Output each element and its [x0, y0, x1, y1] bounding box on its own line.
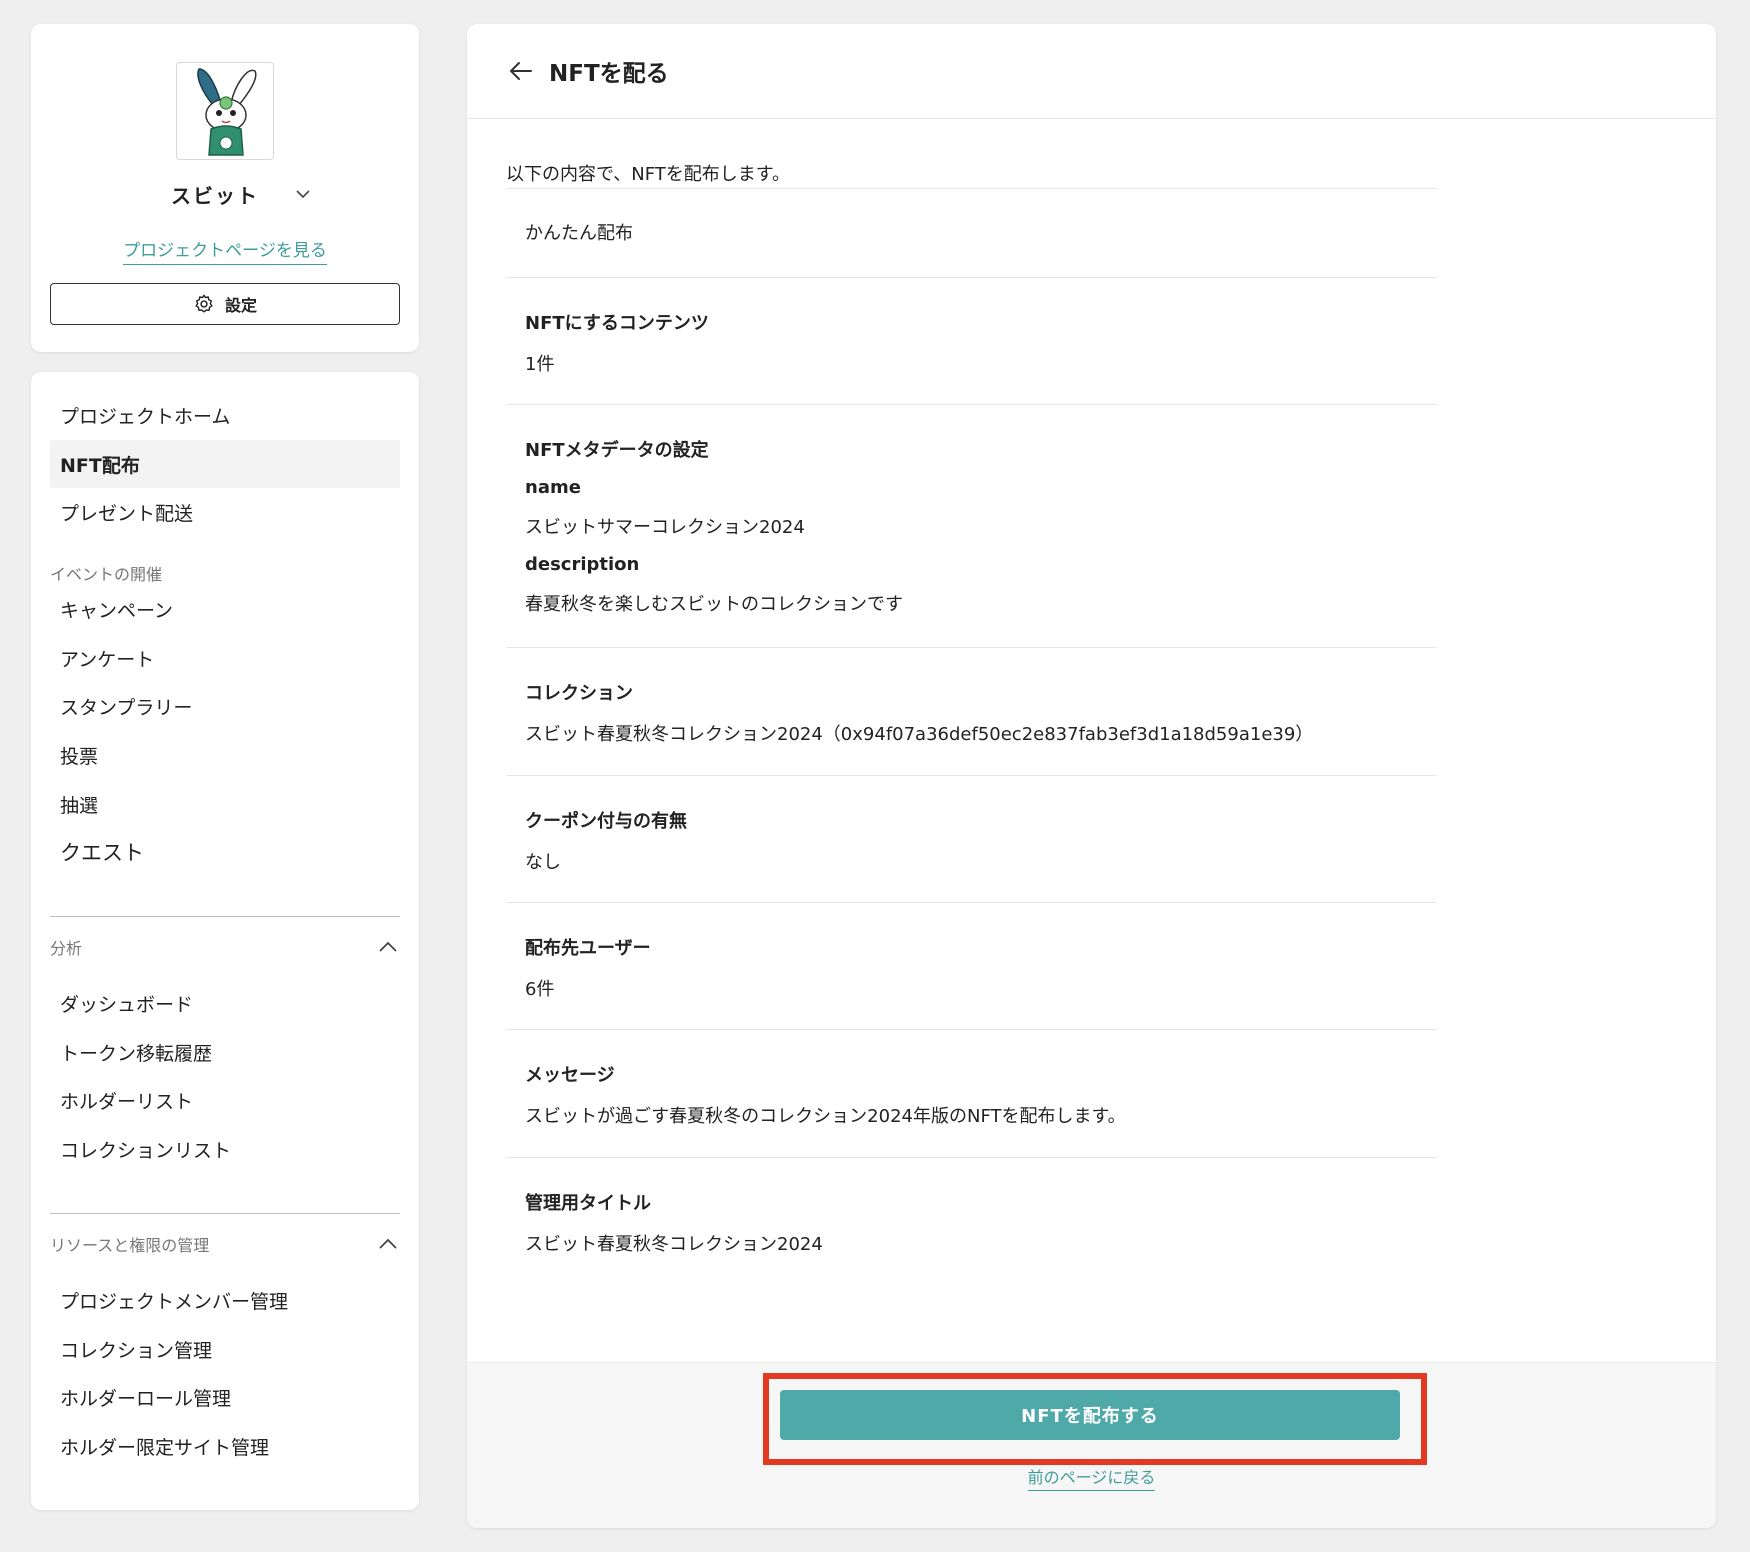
menu-item-token-transfer-history[interactable]: トークン移転履歴	[50, 1028, 400, 1076]
menu-item-lottery[interactable]: 抽選	[50, 780, 400, 828]
menu-item-label: コレクションリスト	[60, 1139, 232, 1162]
menu-item-holder-list[interactable]: ホルダーリスト	[50, 1076, 400, 1124]
menu-item-nft-distribution[interactable]: NFT配布	[50, 440, 400, 488]
menu-item-holder-roles[interactable]: ホルダーロール管理	[50, 1373, 400, 1421]
rabbit-mascot-icon	[197, 68, 257, 156]
project-page-link[interactable]: プロジェクトページを見る	[31, 236, 419, 265]
menu-item-survey[interactable]: アンケート	[50, 634, 400, 682]
menu-item-label: コレクション管理	[60, 1339, 213, 1362]
section-metadata: NFTメタデータの設定 name スビットサマーコレクション2024 descr…	[506, 404, 1436, 647]
project-page-link-label: プロジェクトページを見る	[123, 241, 327, 265]
menu-divider	[50, 916, 400, 917]
menu-group-resources[interactable]: リソースと権限の管理	[50, 1229, 400, 1259]
menu-item-stamp-rally[interactable]: スタンプラリー	[50, 682, 400, 730]
menu-item-label: NFT配布	[60, 454, 140, 477]
menu-item-dashboard[interactable]: ダッシュボード	[50, 979, 400, 1027]
section-method: かんたん配布	[506, 188, 1436, 277]
contents-label: NFTにするコンテンツ	[525, 313, 709, 334]
action-footer: NFTを配布する 前のページに戻る	[467, 1362, 1716, 1528]
section-coupon: クーポン付与の有無 なし	[506, 775, 1436, 902]
back-link[interactable]: 前のページに戻る	[467, 1464, 1716, 1491]
metadata-description-key: description	[525, 554, 640, 575]
gear-icon	[195, 294, 213, 313]
recipients-label: 配布先ユーザー	[525, 938, 651, 959]
section-collection: コレクション スビット春夏秋冬コレクション2024（0x94f07a36def5…	[506, 647, 1436, 775]
message-label: メッセージ	[525, 1065, 615, 1086]
collection-value: スビット春夏秋冬コレクション2024（0x94f07a36def50ec2e83…	[525, 724, 1314, 745]
section-recipients: 配布先ユーザー 6件	[506, 902, 1436, 1029]
menu-group-analysis[interactable]: 分析	[50, 932, 400, 962]
menu-item-label: ホルダーロール管理	[60, 1387, 232, 1410]
contents-value: 1件	[525, 354, 555, 375]
intro-text: 以下の内容で、NFTを配布します。	[506, 164, 790, 185]
menu-group-title: リソースと権限の管理	[50, 1236, 210, 1255]
metadata-label: NFTメタデータの設定	[525, 440, 709, 461]
menu-item-collection-list[interactable]: コレクションリスト	[50, 1125, 400, 1173]
menu-item-campaign[interactable]: キャンペーン	[50, 585, 400, 633]
project-avatar	[176, 62, 274, 160]
message-value: スビットが過ごす春夏秋冬のコレクション2024年版のNFTを配布します。	[525, 1106, 1126, 1127]
admin-title-value: スビット春夏秋冬コレクション2024	[525, 1234, 823, 1255]
menu-group-events: イベントの開催	[50, 565, 163, 584]
section-message: メッセージ スビットが過ごす春夏秋冬のコレクション2024年版のNFTを配布しま…	[506, 1029, 1436, 1157]
admin-title-label: 管理用タイトル	[525, 1193, 651, 1214]
page-header: NFTを配る	[467, 24, 1716, 119]
menu-item-label: スタンプラリー	[60, 696, 193, 719]
menu-item-label: アンケート	[60, 648, 155, 671]
back-link-label: 前のページに戻る	[1027, 1468, 1156, 1491]
metadata-description-value: 春夏秋冬を楽しむスビットのコレクションです	[525, 594, 903, 615]
menu-item-project-home[interactable]: プロジェクトホーム	[50, 391, 400, 439]
section-contents: NFTにするコンテンツ 1件	[506, 277, 1436, 404]
collection-label: コレクション	[525, 683, 633, 704]
project-card: スビット プロジェクトページを見る 設定	[31, 24, 419, 352]
coupon-label: クーポン付与の有無	[525, 811, 687, 832]
coupon-value: なし	[525, 852, 561, 873]
sidebar-menu: プロジェクトホーム NFT配布 プレゼント配送 イベントの開催 キャンペーン ア…	[31, 372, 419, 1510]
menu-item-label: 投票	[60, 745, 99, 768]
settings-button[interactable]: 設定	[50, 283, 400, 325]
menu-divider	[50, 1213, 400, 1214]
method-value: かんたん配布	[525, 223, 633, 244]
menu-item-label: クエスト	[60, 841, 144, 865]
settings-label: 設定	[224, 296, 257, 315]
menu-item-quest[interactable]: クエスト	[50, 828, 400, 876]
main-panel: NFTを配る 以下の内容で、NFTを配布します。 かんたん配布 NFTにするコン…	[467, 24, 1716, 1528]
menu-item-vote[interactable]: 投票	[50, 731, 400, 779]
menu-item-label: プロジェクトメンバー管理	[60, 1290, 289, 1313]
menu-item-label: プレゼント配送	[60, 502, 194, 525]
menu-item-label: トークン移転履歴	[60, 1042, 213, 1065]
chevron-up-icon	[379, 1238, 397, 1249]
menu-item-collection-management[interactable]: コレクション管理	[50, 1325, 400, 1373]
menu-item-label: ダッシュボード	[60, 993, 194, 1016]
menu-item-label: 抽選	[60, 794, 99, 817]
page-title: NFTを配る	[549, 61, 669, 87]
chevron-up-icon	[379, 941, 397, 952]
metadata-name-value: スビットサマーコレクション2024	[525, 517, 805, 538]
recipients-value: 6件	[525, 979, 555, 1000]
menu-item-present-delivery[interactable]: プレゼント配送	[50, 488, 400, 536]
metadata-name-key: name	[525, 477, 581, 498]
menu-item-label: ホルダー限定サイト管理	[60, 1436, 270, 1459]
menu-group-title: 分析	[50, 939, 83, 958]
chevron-down-icon[interactable]	[293, 184, 313, 204]
menu-item-label: ホルダーリスト	[60, 1090, 194, 1113]
menu-item-label: プロジェクトホーム	[60, 405, 231, 428]
arrow-left-icon[interactable]	[507, 57, 535, 85]
section-admin-title: 管理用タイトル スビット春夏秋冬コレクション2024	[506, 1157, 1436, 1285]
distribute-nft-button[interactable]: NFTを配布する	[780, 1390, 1400, 1440]
menu-item-label: キャンペーン	[60, 599, 174, 622]
menu-item-holder-site[interactable]: ホルダー限定サイト管理	[50, 1422, 400, 1470]
project-name: スビット	[171, 184, 259, 208]
menu-item-project-members[interactable]: プロジェクトメンバー管理	[50, 1276, 400, 1324]
